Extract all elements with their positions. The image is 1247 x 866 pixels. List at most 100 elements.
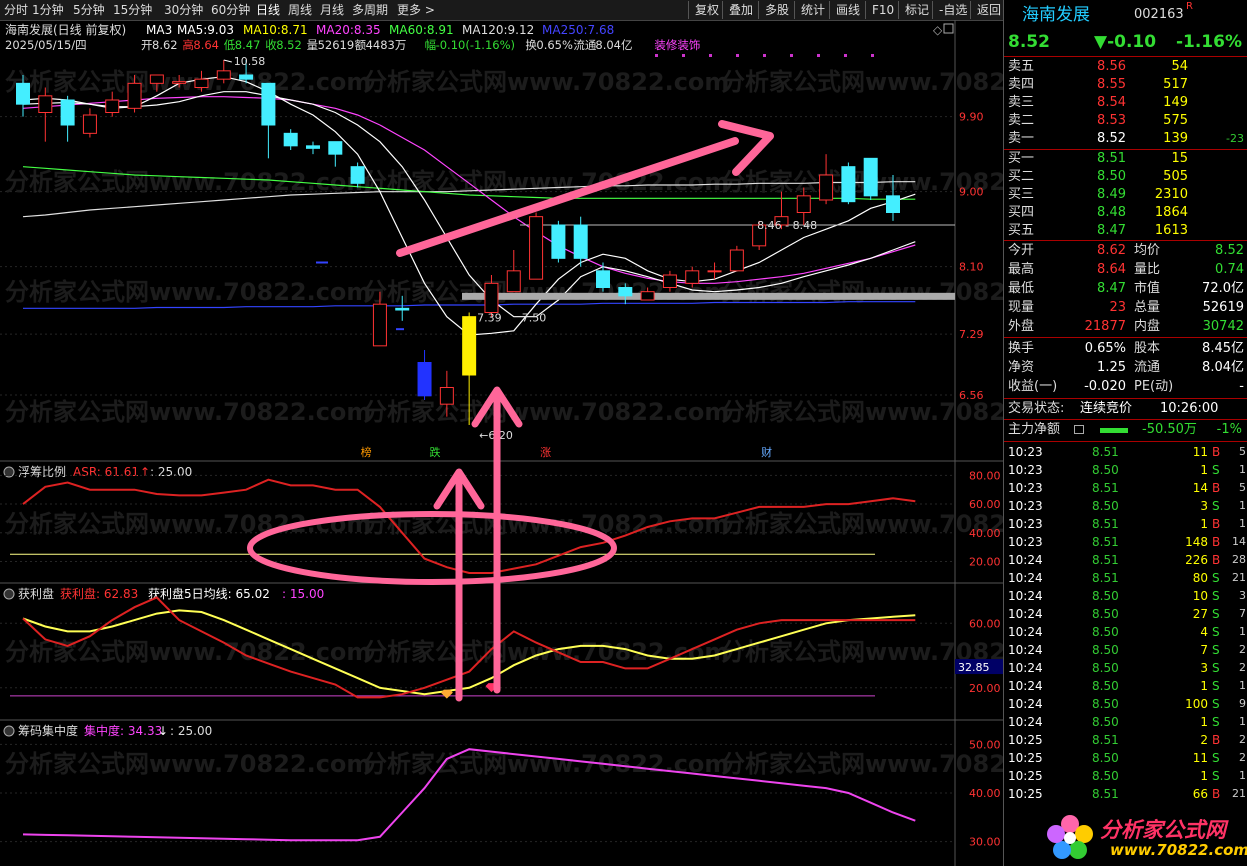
tick-side: S bbox=[1212, 679, 1220, 693]
tick-time: 10:24 bbox=[1008, 553, 1043, 567]
tick-side: S bbox=[1212, 463, 1220, 477]
candle[interactable] bbox=[261, 82, 276, 159]
chart-area[interactable]: 海南发展(日线 前复权) MA3 MA5:9.03 MA10:8.71 MA20:8.3… bbox=[0, 20, 1003, 866]
candle[interactable] bbox=[596, 262, 610, 292]
candle[interactable] bbox=[707, 262, 722, 280]
series-label: 获利盘: 62.83 bbox=[60, 586, 138, 601]
sell-row[interactable]: 卖三 8.54 149 bbox=[1004, 94, 1247, 112]
candle[interactable] bbox=[38, 87, 53, 142]
event-mark[interactable]: 跌 bbox=[430, 445, 441, 459]
tick-volume: 3 bbox=[1200, 661, 1208, 675]
sell-row[interactable]: 卖一 8.52 139 -23 bbox=[1004, 130, 1247, 148]
tick-row: 10:23 8.50 3 S 1 bbox=[1004, 497, 1247, 515]
cursor-value: 32.85 bbox=[958, 661, 990, 674]
period-tab[interactable]: 15分钟 bbox=[113, 0, 152, 20]
toolbar-button[interactable]: 画线 bbox=[829, 1, 866, 19]
change: ▼-0.10 bbox=[1094, 32, 1157, 52]
sell-row[interactable]: 卖二 8.53 575 bbox=[1004, 112, 1247, 130]
tick-count: 1 bbox=[1239, 715, 1246, 728]
tick-time: 10:23 bbox=[1008, 481, 1043, 495]
buy-row[interactable]: 买四 8.48 1864 bbox=[1004, 204, 1247, 222]
list-icon[interactable] bbox=[1074, 425, 1084, 434]
panel-title: 浮筹比例 bbox=[18, 465, 66, 479]
axis-tick: 80.00 bbox=[969, 469, 1001, 482]
stat-value: 8.45亿 bbox=[1202, 341, 1244, 356]
buy-row[interactable]: 买三 8.49 2310 bbox=[1004, 186, 1247, 204]
buy-row[interactable]: 买二 8.50 505 bbox=[1004, 168, 1247, 186]
candle[interactable] bbox=[328, 141, 343, 167]
sell-row[interactable]: 卖四 8.55 517 bbox=[1004, 76, 1247, 94]
event-mark[interactable]: 榜 bbox=[361, 445, 372, 459]
period-tab[interactable]: 更多 > bbox=[397, 0, 435, 20]
toolbar-button[interactable]: F10 bbox=[865, 1, 900, 19]
period-tab[interactable]: 1分钟 bbox=[32, 0, 64, 20]
period-tab[interactable]: 多周期 bbox=[352, 0, 388, 20]
candle[interactable] bbox=[729, 245, 744, 272]
panel-menu-icon[interactable] bbox=[3, 725, 15, 737]
tick-price: 8.51 bbox=[1092, 553, 1119, 567]
stat-value: 8.47 bbox=[1097, 281, 1126, 296]
order-volume: 149 bbox=[1163, 95, 1188, 110]
candle[interactable] bbox=[350, 162, 365, 188]
buy-row[interactable]: 买一 8.51 15 bbox=[1004, 150, 1247, 168]
event-mark[interactable]: 涨 bbox=[540, 446, 551, 459]
candle[interactable] bbox=[60, 95, 75, 142]
toolbar-button[interactable]: 复权 bbox=[688, 1, 725, 19]
tick-row: 10:25 8.51 66 B 21 bbox=[1004, 785, 1247, 803]
period-tab[interactable]: 月线 bbox=[320, 0, 344, 20]
sell-row[interactable]: 卖五 8.56 54 bbox=[1004, 58, 1247, 76]
stock-code: 002163 bbox=[1134, 7, 1184, 22]
toolbar-button[interactable]: 叠加 bbox=[722, 1, 759, 19]
candle[interactable] bbox=[82, 108, 97, 138]
period-tab[interactable]: 30分钟 bbox=[164, 0, 203, 20]
event-dot bbox=[709, 54, 712, 57]
tick-time: 10:24 bbox=[1008, 571, 1043, 585]
period-tab[interactable]: 周线 bbox=[288, 0, 312, 20]
tick-time: 10:25 bbox=[1008, 769, 1043, 783]
panel-toggle-icon[interactable] bbox=[943, 23, 954, 34]
ma-legend: MA120:9.12 bbox=[462, 23, 534, 37]
axis-tick: 60.00 bbox=[969, 498, 1001, 511]
buy-row[interactable]: 买五 8.47 1613 bbox=[1004, 222, 1247, 240]
stat-label: 最高 bbox=[1008, 262, 1035, 277]
toolbar-button[interactable]: 标记 bbox=[898, 1, 935, 19]
toolbar-button[interactable]: 返回 bbox=[970, 1, 1007, 19]
order-volume: 1864 bbox=[1154, 205, 1188, 220]
tick-row: 10:24 8.50 10 S 3 bbox=[1004, 587, 1247, 605]
panel-menu-icon[interactable] bbox=[3, 588, 15, 600]
watermark: 分析家公式网www.70822.com bbox=[721, 510, 1003, 538]
toolbar-button[interactable]: -自选 bbox=[932, 1, 973, 19]
candle[interactable] bbox=[841, 162, 856, 205]
diamond-icon[interactable]: ◇ bbox=[933, 23, 943, 37]
order-volume: 517 bbox=[1163, 77, 1188, 92]
candle[interactable] bbox=[819, 154, 834, 205]
stat-row: 换手 0.65% 股本 8.45亿 bbox=[1004, 340, 1247, 358]
tick-row: 10:24 8.50 3 S 2 bbox=[1004, 659, 1247, 677]
period-tab[interactable]: 分时 bbox=[4, 0, 28, 20]
period-tab[interactable]: 日线 bbox=[256, 0, 280, 20]
order-price: 8.47 bbox=[1097, 223, 1126, 238]
candle[interactable] bbox=[417, 350, 432, 400]
toolbar-button[interactable]: 多股 bbox=[758, 1, 795, 19]
candle[interactable] bbox=[306, 141, 320, 155]
price-tick: 9.00 bbox=[959, 186, 984, 199]
period-tab[interactable]: 5分钟 bbox=[73, 0, 105, 20]
support-band bbox=[462, 292, 955, 300]
price-tick: 6.56 bbox=[959, 389, 984, 402]
tick-count: 14 bbox=[1232, 535, 1246, 548]
tick-volume: 226 bbox=[1185, 553, 1208, 567]
header-open: 8.62 bbox=[152, 38, 178, 52]
candle[interactable] bbox=[551, 220, 566, 263]
toolbar-button[interactable]: 统计 bbox=[794, 1, 831, 19]
tick-price: 8.51 bbox=[1092, 571, 1119, 585]
tick-time: 10:24 bbox=[1008, 589, 1043, 603]
period-tab[interactable]: 60分钟 bbox=[211, 0, 250, 20]
candle[interactable] bbox=[529, 212, 544, 280]
tick-side: S bbox=[1212, 751, 1220, 765]
candle[interactable] bbox=[506, 250, 521, 293]
header-float_lbl: 流通 bbox=[573, 38, 596, 52]
tick-volume: 1 bbox=[1200, 769, 1208, 783]
event-mark[interactable]: 财 bbox=[761, 445, 772, 459]
candle[interactable] bbox=[863, 157, 878, 200]
candle[interactable] bbox=[283, 129, 298, 150]
